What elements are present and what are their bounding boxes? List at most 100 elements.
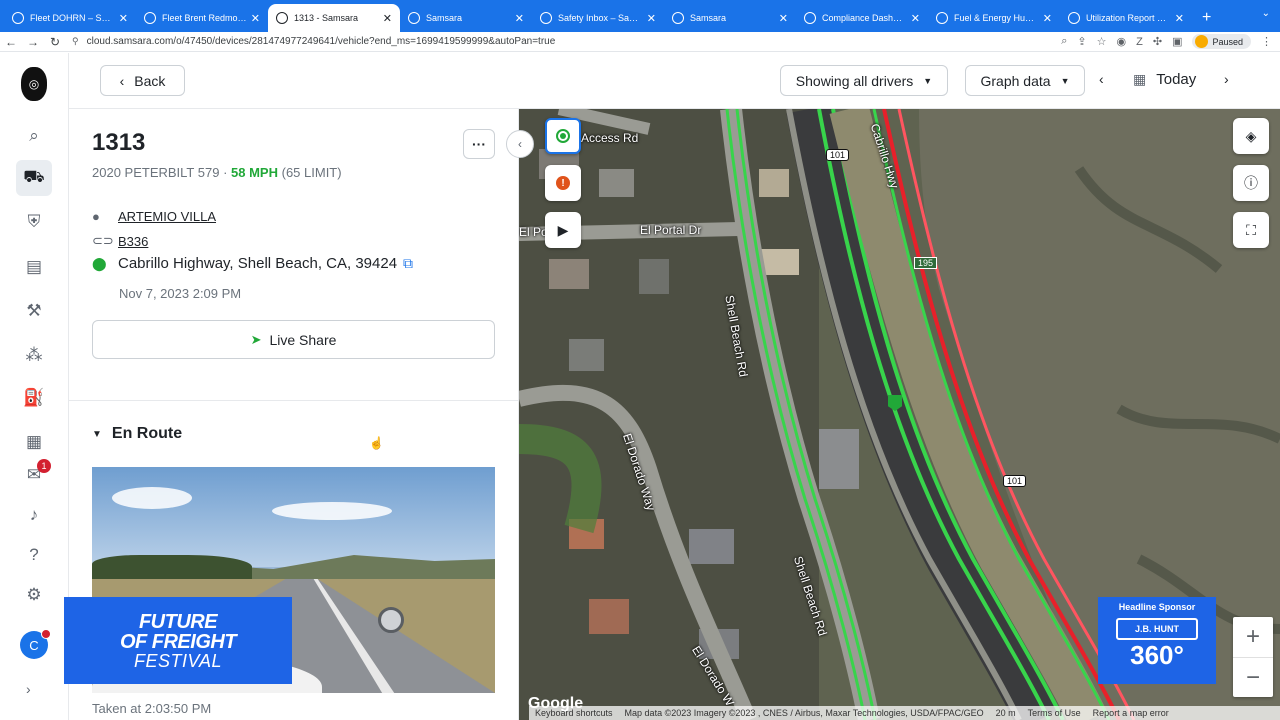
info-icon: ⓘ (1244, 175, 1258, 191)
zoom-icon[interactable]: ⌕ (1061, 35, 1067, 48)
report-error-link[interactable]: Report a map error (1093, 708, 1169, 718)
previous-day-icon[interactable]: ‹ (1099, 71, 1104, 87)
collapse-panel-button[interactable]: ‹ (506, 130, 534, 158)
trailer-link[interactable]: B336 (118, 234, 148, 249)
shield-icon: ⛨ (27, 212, 41, 231)
share-icon[interactable]: ⇪ (1077, 35, 1086, 48)
browser-tab[interactable]: Samsara ✕ (664, 4, 796, 32)
divider (69, 400, 518, 401)
navigation-arrow-icon: ➤ (250, 331, 262, 347)
sidebar-item-settings[interactable]: ⚙ (16, 577, 52, 613)
extension-icon[interactable]: ◉ (1117, 35, 1127, 48)
sidebar-item-safety[interactable]: ⛨ (16, 204, 52, 240)
user-avatar[interactable]: C (20, 629, 51, 659)
sponsor-overlay: Headline Sponsor J.B. HUNT 360° (1098, 597, 1216, 684)
external-link-icon[interactable]: ⧉ (403, 255, 413, 272)
expand-sidebar-icon[interactable]: › (26, 681, 31, 697)
browser-tab[interactable]: Compliance Dashboard ✕ (796, 4, 928, 32)
graph-data-dropdown[interactable]: Graph data ▼ (965, 65, 1085, 96)
alert-icon: ! (556, 176, 570, 190)
chevron-left-icon: ‹ (119, 72, 125, 89)
browser-tab-active[interactable]: 1313 - Samsara ✕ (268, 4, 400, 32)
map-attribution: Keyboard shortcuts Map data ©2023 Imager… (529, 706, 1280, 720)
drivers-filter-dropdown[interactable]: Showing all drivers ▼ (780, 65, 948, 96)
sidebar-item-help[interactable]: ? (16, 537, 52, 573)
close-icon[interactable]: ✕ (1043, 12, 1052, 25)
live-share-button[interactable]: ➤ Live Share (92, 320, 495, 359)
sidebar-item-compliance[interactable]: ▤ (16, 249, 52, 285)
browser-tab[interactable]: Safety Inbox – Samsara✕ (532, 4, 664, 32)
samsara-favicon-icon (276, 12, 288, 24)
browser-tab[interactable]: Fleet DOHRN – Samsara✕ (4, 4, 136, 32)
close-icon[interactable]: ✕ (383, 12, 392, 25)
close-icon[interactable]: ✕ (1175, 12, 1184, 25)
sidepanel-icon[interactable]: ▣ (1172, 35, 1182, 48)
more-options-button[interactable]: ··· (463, 129, 495, 159)
event-marker-button[interactable]: ! (545, 165, 581, 201)
fleet-map-icon: ⛟ (23, 167, 45, 186)
keyboard-shortcuts-link[interactable]: Keyboard shortcuts (535, 708, 613, 718)
browser-tab[interactable]: Utilization Report – Sa ✕ (1060, 4, 1192, 32)
zoom-out-button[interactable]: − (1233, 658, 1273, 698)
samsara-logo-icon[interactable]: ◎ (21, 67, 47, 101)
layers-icon: ◈ (1245, 127, 1257, 144)
close-icon[interactable]: ✕ (647, 12, 656, 25)
map-scale[interactable]: 20 m (996, 708, 1016, 718)
samsara-favicon-icon (12, 12, 24, 24)
fuel-icon: ⛽ (23, 388, 45, 407)
new-tab-icon[interactable]: + (1202, 4, 1211, 32)
driver-row: ● ARTEMIO VILLA (92, 209, 216, 224)
profile-button[interactable]: Paused (1192, 34, 1251, 49)
browser-tab[interactable]: Samsara ✕ (400, 4, 532, 32)
tab-search-icon[interactable]: ⌄ (1262, 8, 1270, 19)
bookmark-star-icon[interactable]: ☆ (1097, 35, 1107, 48)
sidebar-item-documents[interactable]: ▦ (16, 424, 52, 460)
next-day-icon[interactable]: › (1224, 71, 1229, 87)
playback-button[interactable]: ▶ (545, 212, 581, 248)
forward-arrow-icon[interactable]: → (22, 35, 44, 49)
terms-link[interactable]: Terms of Use (1028, 708, 1081, 718)
close-icon[interactable]: ✕ (911, 12, 920, 25)
sidebar-item-fleet[interactable]: ⛟ (16, 160, 52, 196)
browser-tab[interactable]: Fuel & Energy Hub – Sa✕ (928, 4, 1060, 32)
play-icon: ▶ (557, 221, 569, 238)
current-speed: 58 MPH (231, 165, 278, 180)
vehicle-subtitle: 2020 PETERBILT 579 · 58 MPH (65 LIMIT) (92, 165, 342, 180)
sidebar-nav: ◎ ⌕ ⛟ ⛨ ▤ ⚒ ⁂ ⛽ ▦ ✉ 1 ♪? ⚙ C › (0, 53, 69, 720)
date-picker[interactable]: ▦ Today (1133, 71, 1196, 88)
close-icon[interactable]: ✕ (119, 12, 128, 25)
sidebar-item-alerts[interactable]: ♪ (16, 497, 52, 533)
sidebar-item-fuel[interactable]: ⛽ (16, 380, 52, 416)
driver-link[interactable]: ARTEMIO VILLA (118, 209, 216, 224)
back-button[interactable]: ‹ Back (100, 65, 185, 96)
sidebar-item-search[interactable]: ⌕ (16, 118, 52, 154)
sidebar-item-maintenance[interactable]: ⚒ (16, 293, 52, 329)
zoom-extension-icon[interactable]: Z (1136, 36, 1143, 48)
document-icon: ▦ (25, 432, 43, 451)
map-info-button[interactable]: ⓘ (1233, 165, 1269, 201)
url-bar[interactable]: ⚲ cloud.samsara.com/o/47450/devices/2814… (72, 34, 1061, 50)
zoom-control: + − (1233, 617, 1273, 697)
site-info-icon[interactable]: ⚲ (72, 36, 79, 47)
puzzle-icon[interactable]: ✣ (1153, 35, 1162, 48)
jb-hunt-logo: J.B. HUNT (1116, 618, 1198, 640)
reload-icon[interactable]: ↻ (44, 35, 66, 49)
close-icon[interactable]: ✕ (515, 12, 524, 25)
close-icon[interactable]: ✕ (251, 12, 260, 25)
route-icon: ⁂ (25, 345, 43, 364)
close-icon[interactable]: ✕ (779, 12, 788, 25)
samsara-favicon-icon (540, 12, 552, 24)
en-route-section-toggle[interactable]: ▼ En Route (92, 425, 182, 443)
live-location-button[interactable] (545, 118, 581, 154)
browser-tab-bar: Fleet DOHRN – Samsara✕ Fleet Brent Redmo… (0, 0, 1280, 32)
street-label: El Portal Dr (640, 223, 702, 237)
map-layers-button[interactable]: ◈ (1233, 118, 1269, 154)
browser-tab[interactable]: Fleet Brent Redmond L ✕ (136, 4, 268, 32)
browser-menu-icon[interactable]: ⋮ (1261, 35, 1272, 48)
fullscreen-button[interactable]: ⛶ (1233, 212, 1269, 248)
back-arrow-icon[interactable]: ← (0, 35, 22, 49)
sidebar-item-dispatch[interactable]: ⁂ (16, 337, 52, 373)
zoom-in-button[interactable]: + (1233, 617, 1273, 657)
person-icon: ● (92, 209, 100, 224)
sidebar-item-messages[interactable]: ✉ 1 (16, 457, 52, 493)
